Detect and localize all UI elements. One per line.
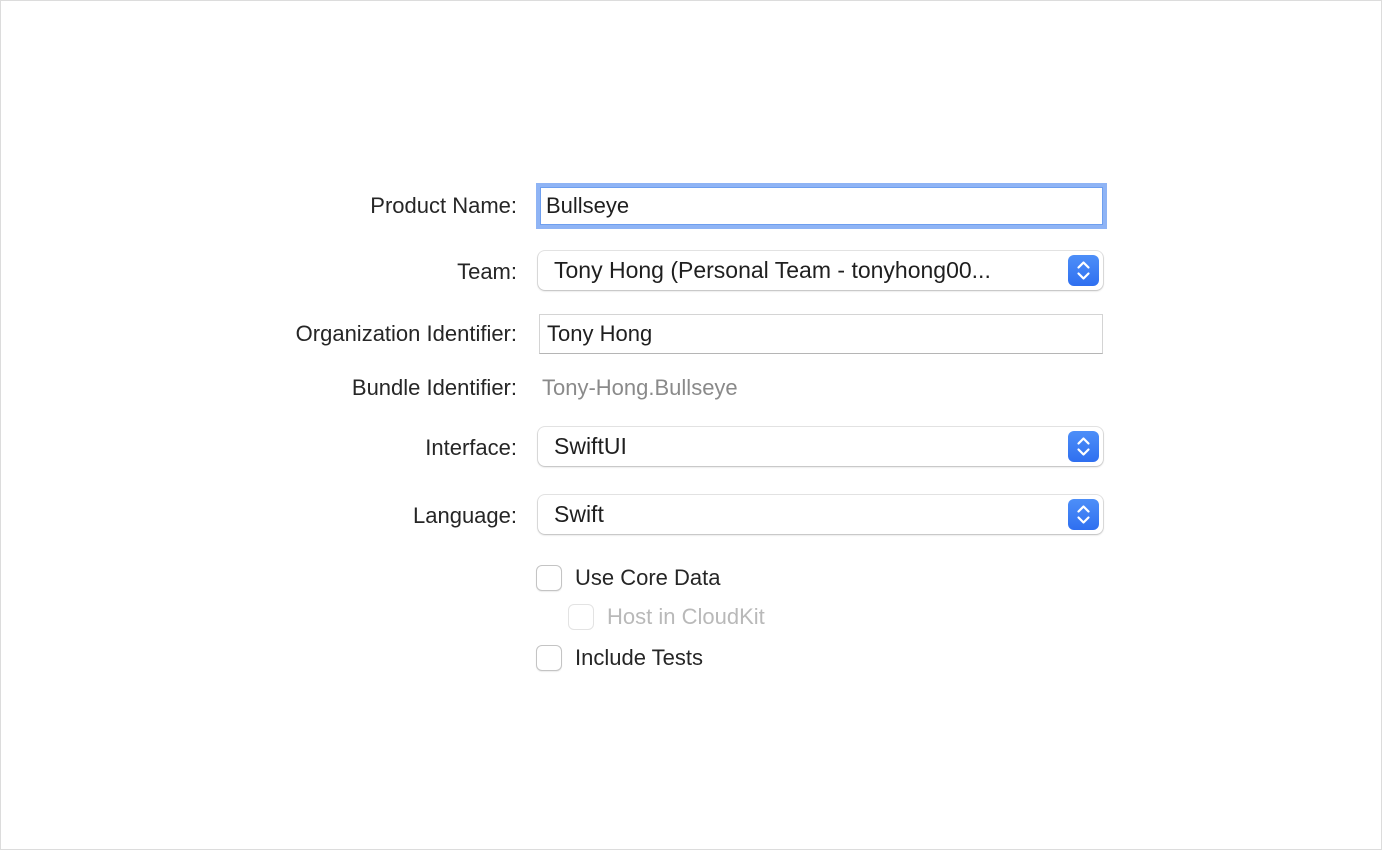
chevron-up-down-icon (1068, 431, 1099, 462)
language-popup-value: Swift (554, 501, 604, 527)
use-core-data-checkbox[interactable] (536, 565, 562, 591)
organization-identifier-label: Organization Identifier: (295, 321, 517, 346)
language-label: Language: (413, 503, 517, 528)
host-in-cloudkit-checkbox (568, 604, 594, 630)
chevron-up-down-icon (1068, 255, 1099, 286)
include-tests-label: Include Tests (575, 645, 704, 670)
interface-popup-value: SwiftUI (554, 433, 627, 459)
include-tests-checkbox[interactable] (536, 645, 562, 671)
team-label: Team: (457, 259, 517, 284)
use-core-data-label: Use Core Data (575, 565, 721, 590)
new-project-options-panel: Product Name: Bullseye Team: Tony Hong (… (0, 0, 1382, 850)
product-name-field[interactable]: Bullseye (536, 183, 1107, 229)
bundle-identifier-label: Bundle Identifier: (351, 375, 517, 400)
bundle-identifier-value: Tony-Hong.Bullseye (542, 375, 738, 400)
team-popup[interactable]: Tony Hong (Personal Team - tonyhong00... (538, 251, 1103, 290)
organization-identifier-field[interactable]: Tony Hong (539, 314, 1103, 354)
product-name-label: Product Name: (370, 193, 517, 218)
chevron-up-down-icon (1068, 499, 1099, 530)
host-in-cloudkit-label: Host in CloudKit (607, 604, 765, 629)
interface-label: Interface: (425, 435, 517, 460)
language-popup[interactable]: Swift (538, 495, 1103, 534)
team-popup-value: Tony Hong (Personal Team - tonyhong00... (554, 257, 991, 283)
interface-popup[interactable]: SwiftUI (538, 427, 1103, 466)
